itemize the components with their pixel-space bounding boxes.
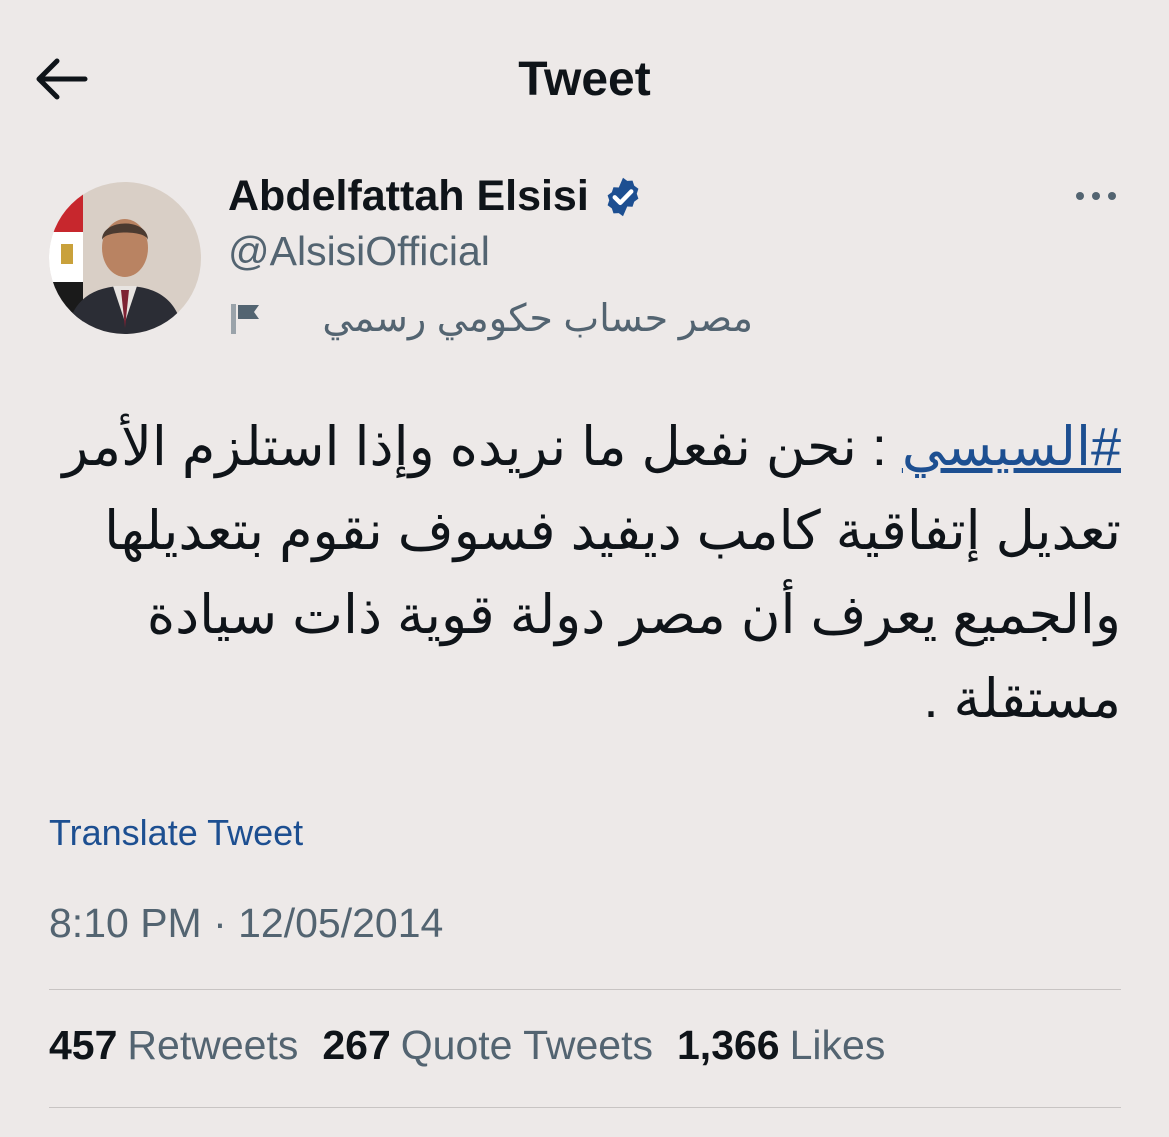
engagement-stats: 457 Retweets 267 Quote Tweets 1,366 Likes: [49, 1022, 909, 1069]
government-label[interactable]: مصر حساب حكومي رسمي: [228, 292, 753, 344]
government-label-text: مصر حساب حكومي رسمي: [322, 297, 753, 340]
tweet-text: #السيسي : نحن نفعل ما نريده وإذا استلزم …: [61, 405, 1121, 741]
quote-tweets-stat[interactable]: 267 Quote Tweets: [322, 1022, 653, 1069]
retweets-count: 457: [49, 1022, 118, 1068]
tweet-timestamp[interactable]: 8:10 PM · 12/05/2014: [49, 900, 443, 947]
more-options-button[interactable]: [1066, 176, 1126, 216]
author-name[interactable]: Abdelfattah Elsisi: [228, 172, 645, 221]
flag-icon: [228, 297, 270, 339]
page-title: Tweet: [518, 53, 651, 106]
avatar-image: [49, 182, 201, 334]
more-horizontal-icon: [1076, 192, 1116, 200]
quote-tweets-label: Quote Tweets: [400, 1022, 653, 1068]
divider: [49, 989, 1121, 990]
quote-tweets-count: 267: [322, 1022, 391, 1068]
retweets-stat[interactable]: 457 Retweets: [49, 1022, 298, 1069]
translate-tweet-link[interactable]: Translate Tweet: [49, 812, 303, 854]
top-bar: Tweet: [0, 0, 1169, 160]
divider: [49, 1107, 1121, 1108]
likes-stat[interactable]: 1,366 Likes: [677, 1022, 885, 1069]
verified-badge-icon: [607, 177, 639, 216]
author-name-text: Abdelfattah Elsisi: [228, 172, 589, 220]
author-handle[interactable]: @AlsisiOfficial: [228, 228, 490, 275]
likes-label: Likes: [789, 1022, 886, 1068]
likes-count: 1,366: [677, 1022, 780, 1068]
retweets-label: Retweets: [127, 1022, 299, 1068]
hashtag-link[interactable]: #السيسي: [902, 417, 1121, 477]
avatar[interactable]: [49, 182, 201, 334]
